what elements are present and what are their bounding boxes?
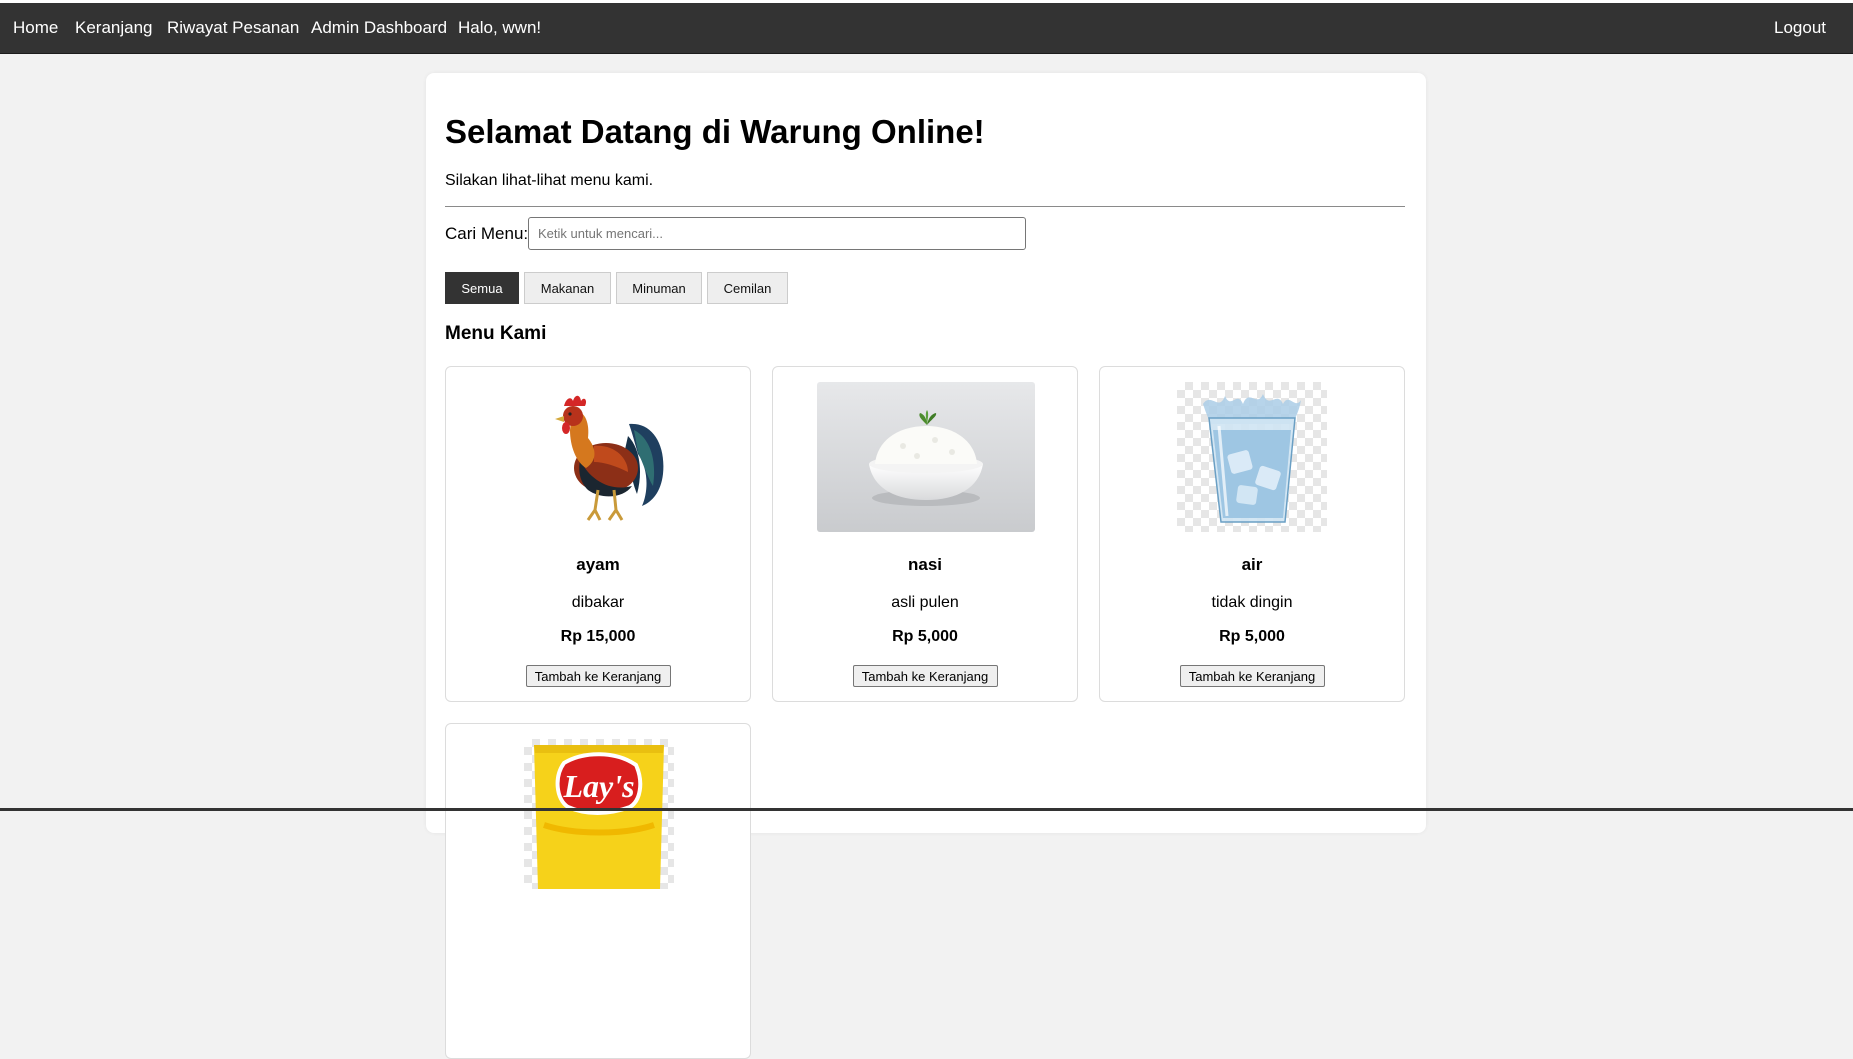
item-price: Rp 15,000 — [560, 628, 636, 645]
item-description: tidak dingin — [1211, 594, 1293, 611]
search-input[interactable] — [528, 217, 1026, 250]
item-description: asli pulen — [891, 594, 959, 611]
item-name: ayam — [576, 555, 620, 574]
section-divider — [445, 206, 1405, 207]
search-label: Cari Menu: — [445, 224, 529, 243]
user-greeting: Halo, wwn! — [458, 18, 542, 37]
menu-card-air: air tidak dingin Rp 5,000 Tambah ke Kera… — [1099, 366, 1405, 702]
menu-card-chips: Lay's — [445, 723, 751, 1059]
menu-section-title: Menu Kami — [445, 323, 547, 344]
filter-all-button[interactable]: Semua — [445, 272, 519, 304]
rice-bowl-image — [817, 382, 1035, 532]
item-name: nasi — [907, 555, 943, 574]
filter-drink-button[interactable]: Minuman — [616, 272, 702, 304]
add-to-cart-button[interactable]: Tambah ke Keranjang — [525, 665, 671, 687]
water-glass-image — [1177, 382, 1327, 532]
page-subtitle: Silakan lihat-lihat menu kami. — [445, 172, 654, 189]
menu-card-nasi: nasi asli pulen Rp 5,000 Tambah ke Keran… — [772, 366, 1078, 702]
logout-link[interactable]: Logout — [1774, 3, 1826, 53]
filter-food-button[interactable]: Makanan — [524, 272, 611, 304]
rooster-image — [524, 382, 674, 532]
nav-home-link[interactable]: Home — [13, 3, 58, 53]
filter-snack-button[interactable]: Cemilan — [707, 272, 788, 304]
item-description: dibakar — [571, 594, 625, 611]
add-to-cart-button[interactable]: Tambah ke Keranjang — [1179, 665, 1325, 687]
svg-text:Lay's: Lay's — [562, 768, 634, 804]
item-name: air — [1241, 555, 1263, 574]
nav-cart-link[interactable]: Keranjang — [75, 3, 153, 53]
top-navbar: Home Keranjang Riwayat Pesanan Admin Das… — [0, 3, 1853, 54]
item-price: Rp 5,000 — [892, 628, 958, 645]
chips-bag-image: Lay's — [524, 739, 674, 889]
nav-admin-dashboard-link[interactable]: Admin Dashboard — [311, 3, 447, 53]
nav-order-history-link[interactable]: Riwayat Pesanan — [167, 3, 299, 53]
menu-card-ayam: ayam dibakar Rp 15,000 Tambah ke Keranja… — [445, 366, 751, 702]
page-title: Selamat Datang di Warung Online! — [445, 113, 985, 150]
main-content-card: Selamat Datang di Warung Online! Silakan… — [426, 73, 1426, 1059]
add-to-cart-button[interactable]: Tambah ke Keranjang — [852, 665, 998, 687]
item-price: Rp 5,000 — [1219, 628, 1285, 645]
